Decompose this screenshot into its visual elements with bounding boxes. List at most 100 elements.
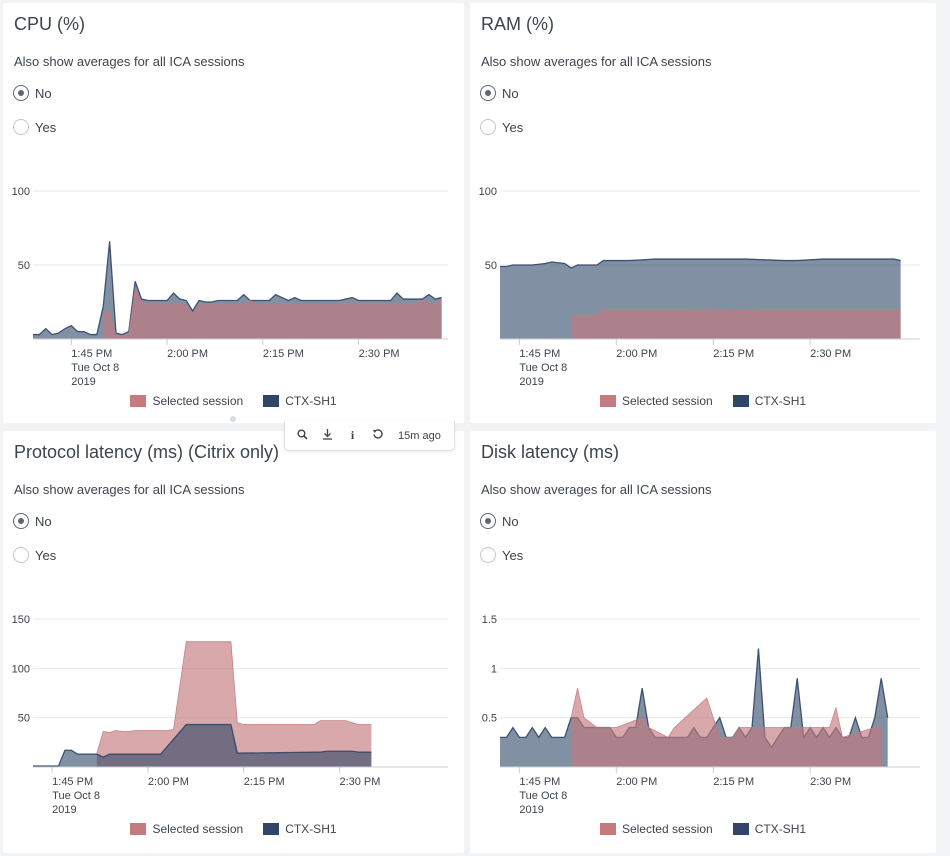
legend-swatch (599, 395, 616, 407)
averages-option-label: Also show averages for all ICA sessions (14, 54, 245, 69)
x-tick-label: 2:00 PM (616, 776, 657, 788)
x-tick-label: 2:15 PM (244, 776, 285, 788)
panel-toolbar: i 15m ago (284, 421, 455, 451)
x-tick-label: 2:00 PM (148, 776, 189, 788)
x-tick-label: 2:30 PM (359, 348, 400, 360)
legend-item-selected-session[interactable]: Selected session (599, 822, 713, 836)
radio-no[interactable]: No (13, 85, 52, 101)
radio-label: No (35, 513, 52, 529)
radio-label: Yes (35, 547, 57, 563)
x-tick-label: 1:45 PM (519, 776, 560, 788)
legend-label: Selected session (621, 394, 713, 408)
selected-session-area (571, 688, 882, 767)
legend-label: Selected session (152, 394, 244, 408)
refresh-icon[interactable] (365, 428, 390, 443)
resize-handle-dot[interactable] (230, 416, 236, 422)
legend-item-host[interactable]: CTX-SH1 (732, 822, 807, 836)
radio-button[interactable] (13, 547, 29, 563)
protocol-latency-panel: Protocol latency (ms) (Citrix only) Also… (3, 431, 464, 853)
y-tick-label: 1 (491, 663, 497, 675)
radio-no[interactable]: No (13, 513, 52, 529)
y-tick-label: 0.5 (482, 713, 497, 725)
chart-legend: Selected session CTX-SH1 (470, 394, 936, 408)
radio-button[interactable] (480, 119, 496, 135)
x-tick-label: 2019 (519, 804, 543, 816)
disk-latency-chart: 0.5 1 1.5 1:45 PM Tue Oct 8 2019 2:00 PM 2:15 P… (482, 614, 920, 816)
legend-item-host[interactable]: CTX-SH1 (263, 394, 337, 408)
radio-button-checked[interactable] (480, 513, 496, 529)
radio-no[interactable]: No (480, 85, 519, 101)
x-tick-label: 2:15 PM (713, 776, 754, 788)
legend-item-host[interactable]: CTX-SH1 (263, 822, 337, 836)
legend-swatch (130, 823, 147, 835)
legend-label: CTX-SH1 (285, 822, 337, 836)
panel-title: Disk latency (ms) (481, 442, 620, 462)
y-tick-label: 150 (12, 614, 30, 626)
info-icon[interactable]: i (340, 428, 365, 443)
chart-legend: Selected session CTX-SH1 (470, 822, 936, 836)
radio-button[interactable] (480, 547, 496, 563)
x-tick-label: Tue Oct 8 (71, 362, 119, 374)
disk-latency-panel: Disk latency (ms) Also show averages for… (470, 431, 936, 853)
radio-button[interactable] (13, 119, 29, 135)
x-tick-label: Tue Oct 8 (519, 790, 567, 802)
legend-label: CTX-SH1 (754, 394, 807, 408)
legend-swatch (599, 823, 616, 835)
y-tick-label: 100 (12, 186, 30, 198)
legend-item-selected-session[interactable]: Selected session (130, 822, 243, 836)
legend-label: Selected session (621, 822, 713, 836)
radio-label: No (502, 513, 519, 529)
x-tick-label: 2019 (71, 376, 95, 388)
x-tick-label: 2:15 PM (263, 348, 304, 360)
panel-title: CPU (%) (14, 14, 85, 34)
x-tick-label: 1:45 PM (519, 348, 560, 360)
panel-title: RAM (%) (481, 14, 554, 34)
radio-label: No (35, 85, 52, 101)
legend-label: CTX-SH1 (285, 394, 337, 408)
averages-option-label: Also show averages for all ICA sessions (14, 482, 245, 497)
legend-item-selected-session[interactable]: Selected session (130, 394, 243, 408)
x-tick-label: 1:45 PM (71, 348, 112, 360)
y-tick-label: 100 (479, 186, 497, 198)
legend-item-selected-session[interactable]: Selected session (599, 394, 713, 408)
radio-label: Yes (502, 547, 524, 563)
radio-button-checked[interactable] (13, 513, 29, 529)
cpu-chart: 50 100 1:45 PM Tue Oct 8 2019 2:00 PM 2:15 PM 2… (12, 186, 448, 388)
search-icon[interactable] (290, 429, 315, 443)
x-tick-label: 2019 (52, 804, 76, 816)
radio-yes[interactable]: Yes (13, 119, 56, 135)
x-tick-label: 2:00 PM (167, 348, 208, 360)
y-tick-label: 50 (18, 260, 30, 272)
x-tick-label: 2:30 PM (810, 776, 851, 788)
legend-swatch (263, 395, 280, 407)
panel-title: Protocol latency (ms) (Citrix only) (14, 442, 280, 462)
legend-swatch (130, 395, 147, 407)
y-tick-label: 1.5 (482, 614, 497, 626)
x-tick-label: 1:45 PM (52, 776, 93, 788)
radio-label: Yes (502, 119, 524, 135)
legend-swatch (732, 823, 749, 835)
legend-item-host[interactable]: CTX-SH1 (732, 394, 807, 408)
cpu-panel: CPU (%) Also show averages for all ICA s… (3, 3, 464, 423)
radio-button-checked[interactable] (480, 85, 496, 101)
chart-legend: Selected session CTX-SH1 (3, 822, 464, 836)
radio-yes[interactable]: Yes (13, 547, 56, 563)
radio-no[interactable]: No (480, 513, 519, 529)
protocol-latency-chart: 50 100 150 1:45 PM Tue Oct 8 2019 2:00 PM 2:15 … (12, 614, 448, 816)
legend-label: CTX-SH1 (754, 822, 807, 836)
x-tick-label: 2019 (519, 376, 543, 388)
radio-label: No (502, 85, 519, 101)
ram-chart: 50 100 1:45 PM Tue Oct 8 2019 2:00 PM 2:15 PM 2… (479, 186, 920, 388)
radio-yes[interactable]: Yes (480, 119, 523, 135)
y-tick-label: 50 (18, 713, 30, 725)
x-tick-label: 2:15 PM (713, 348, 754, 360)
averages-option-label: Also show averages for all ICA sessions (481, 54, 712, 69)
download-icon[interactable] (315, 428, 340, 443)
y-tick-label: 50 (485, 260, 497, 272)
last-updated-text: 15m ago (398, 429, 441, 442)
y-tick-label: 100 (12, 663, 30, 675)
radio-label: Yes (35, 119, 57, 135)
radio-yes[interactable]: Yes (480, 547, 523, 563)
radio-button-checked[interactable] (13, 85, 29, 101)
x-tick-label: Tue Oct 8 (519, 362, 567, 374)
